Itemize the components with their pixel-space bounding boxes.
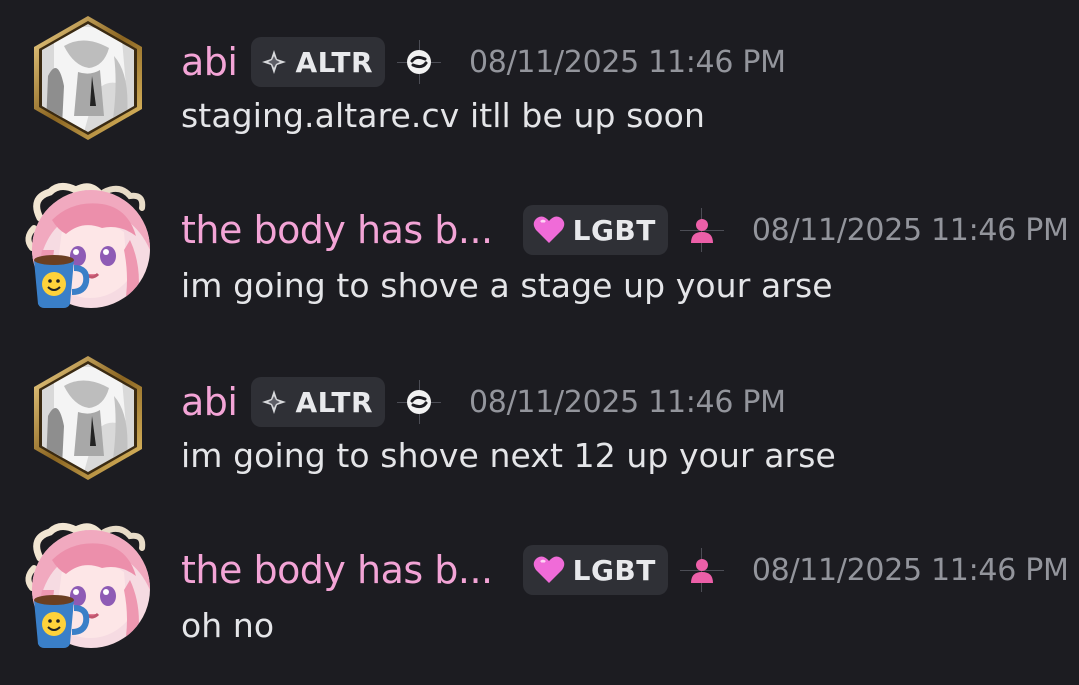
role-icon xyxy=(397,380,442,424)
hexagon-avatar-icon xyxy=(34,356,142,480)
message[interactable]: abi ALTR 08/11/2025 11:46 PM im going to… xyxy=(0,340,1079,510)
role-icon xyxy=(679,548,724,592)
username[interactable]: the body has b... xyxy=(181,551,493,589)
timestamp: 08/11/2025 11:46 PM xyxy=(751,552,1069,588)
message-header: abi ALTR 08/11/2025 11:46 PM xyxy=(181,377,786,427)
role-icon xyxy=(397,40,442,84)
swirl-icon xyxy=(407,50,432,74)
server-tag-label: LGBT xyxy=(572,213,656,247)
coffee-mug-icon xyxy=(34,255,90,308)
message-header: abi ALTR 08/11/2025 11:46 PM xyxy=(181,37,786,87)
username[interactable]: abi xyxy=(181,43,238,81)
round-avatar xyxy=(25,523,150,648)
role-icon xyxy=(679,208,724,252)
server-tag-label: ALTR xyxy=(295,45,374,79)
hexagon-avatar-icon xyxy=(34,16,142,140)
message-content: staging.altare.cv itll be up soon xyxy=(181,96,705,135)
person-icon xyxy=(690,219,713,243)
message-content: im going to shove a stage up your arse xyxy=(181,266,833,305)
pink-heart-icon xyxy=(533,556,564,583)
avatar[interactable] xyxy=(22,520,152,655)
person-icon xyxy=(690,559,713,583)
message-content: oh no xyxy=(181,606,275,645)
timestamp: 08/11/2025 11:46 PM xyxy=(469,44,786,80)
message-header: the body has b... LGBT 08/11/2025 11:46 … xyxy=(181,205,1069,255)
coffee-mug-icon xyxy=(34,595,90,648)
diamond-sparkle-icon xyxy=(262,50,287,74)
timestamp: 08/11/2025 11:46 PM xyxy=(751,212,1069,248)
avatar[interactable] xyxy=(22,350,152,485)
avatar[interactable] xyxy=(22,180,152,315)
server-tag[interactable]: LGBT xyxy=(522,545,668,595)
timestamp: 08/11/2025 11:46 PM xyxy=(469,384,786,420)
swirl-icon xyxy=(407,390,432,414)
avatar[interactable] xyxy=(22,10,152,145)
message[interactable]: the body has b... LGBT 08/11/2025 11:46 … xyxy=(0,510,1079,680)
server-tag-label: LGBT xyxy=(572,553,656,587)
username[interactable]: the body has b... xyxy=(181,211,493,249)
pink-heart-icon xyxy=(533,216,564,243)
diamond-sparkle-icon xyxy=(262,390,287,414)
message[interactable]: the body has b... LGBT 08/11/2025 11:46 … xyxy=(0,170,1079,340)
server-tag[interactable]: LGBT xyxy=(522,205,668,255)
message[interactable]: abi ALTR 08/11/2025 11:46 PM staging.alt… xyxy=(0,0,1079,170)
server-tag[interactable]: ALTR xyxy=(251,37,386,87)
message-header: the body has b... LGBT 08/11/2025 11:46 … xyxy=(181,545,1069,595)
server-tag-label: ALTR xyxy=(295,385,374,419)
message-content: im going to shove next 12 up your arse xyxy=(181,436,836,475)
round-avatar xyxy=(25,183,150,308)
server-tag[interactable]: ALTR xyxy=(251,377,386,427)
username[interactable]: abi xyxy=(181,383,238,421)
